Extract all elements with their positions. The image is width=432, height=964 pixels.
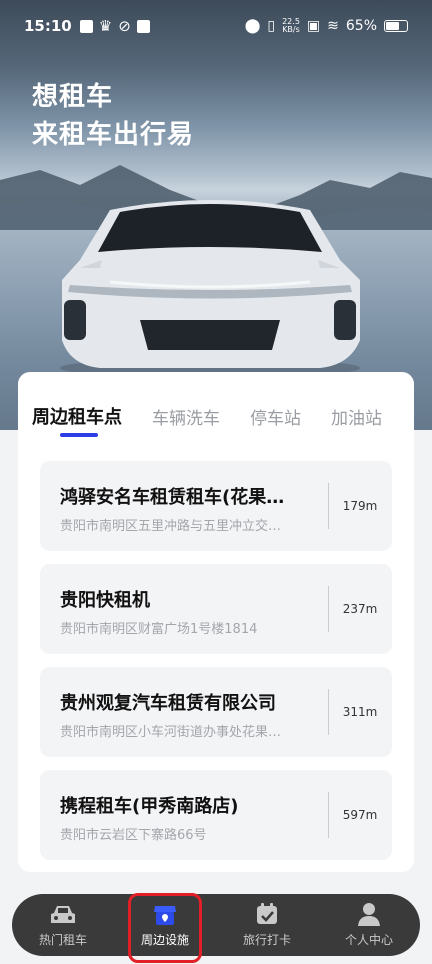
crown-icon: ♛: [98, 17, 113, 35]
divider: [328, 689, 329, 735]
place-name: 携程租车(甲秀南路店): [60, 796, 239, 817]
highlight-box: [128, 893, 202, 963]
message-icon: [136, 19, 150, 33]
place-address: 贵阳市南明区五里冲路与五里冲立交…: [60, 519, 282, 534]
network-speed: 22.5 KB/s: [282, 18, 300, 34]
hero-banner: 15:10 ♛ ⊘ ⬤ ▯ 22.5 KB/s ▣ ≋ 65% 想租车 来租车出…: [0, 0, 432, 430]
tab-label: 周边租车点: [32, 407, 122, 428]
vibrate-icon: ▯: [267, 18, 276, 34]
user-icon: [358, 903, 380, 926]
divider: [328, 586, 329, 632]
net-speed-unit: KB/s: [282, 25, 300, 34]
facilities-panel: 周边租车点 车辆洗车 停车站 加油站 鸿驿安名车租赁租车(花果… 贵阳市南明区五…: [18, 372, 414, 872]
place-name: 鸿驿安名车租赁租车(花果…: [60, 487, 285, 508]
nav-item-profile[interactable]: 个人中心: [318, 894, 420, 956]
divider: [328, 483, 329, 529]
place-distance: 237m: [342, 602, 378, 616]
nav-item-travel-checkin[interactable]: 旅行打卡: [216, 894, 318, 956]
car-icon: [51, 906, 75, 923]
nav-item-hot-rental[interactable]: 热门租车: [12, 894, 114, 956]
tab-label: 加油站: [331, 408, 382, 429]
hero-line-1: 想租车: [32, 82, 114, 112]
place-address: 贵阳市南明区财富广场1号楼1814: [60, 622, 258, 637]
location-status-icon: ⬤: [244, 18, 261, 34]
active-tab-indicator: [60, 433, 98, 437]
tab-label: 车辆洗车: [152, 408, 220, 429]
list-item[interactable]: 贵阳快租机 贵阳市南明区财富广场1号楼1814 237m: [40, 564, 392, 654]
car-image: [60, 200, 360, 378]
divider: [328, 792, 329, 838]
bottom-nav: 热门租车 周边设施 旅行打卡 个人中心: [12, 894, 420, 956]
list-item[interactable]: 鸿驿安名车租赁租车(花果… 贵阳市南明区五里冲路与五里冲立交… 179m: [40, 461, 392, 551]
link-icon: ⊘: [118, 17, 131, 35]
battery-percent: 65%: [345, 18, 377, 34]
place-name: 贵阳快租机: [60, 590, 150, 611]
nav-label: 热门租车: [38, 933, 87, 947]
hero-line-2: 来租车出行易: [32, 120, 195, 150]
place-address: 贵阳市南明区小车河街道办事处花果…: [60, 725, 282, 740]
nav-label: 个人中心: [344, 933, 393, 947]
wifi-icon: ≋: [327, 18, 339, 34]
place-distance: 311m: [342, 705, 378, 719]
tab-label: 停车站: [250, 408, 301, 429]
app-notification-icon: [79, 19, 93, 33]
status-time: 15:10: [24, 17, 72, 35]
battery-icon: [384, 20, 408, 32]
category-tabs: 周边租车点 车辆洗车 停车站 加油站: [32, 400, 402, 437]
place-distance: 179m: [342, 499, 378, 513]
place-distance: 597m: [342, 808, 378, 822]
place-address: 贵阳市云岩区下寨路66号: [60, 828, 207, 843]
hero-headline: 想租车 来租车出行易: [32, 78, 194, 154]
list-item[interactable]: 贵州观复汽车租赁有限公司 贵阳市南明区小车河街道办事处花果… 311m: [40, 667, 392, 757]
tab-car-wash[interactable]: 车辆洗车: [152, 404, 220, 429]
nav-label: 旅行打卡: [242, 933, 291, 947]
status-bar: 15:10 ♛ ⊘ ⬤ ▯ 22.5 KB/s ▣ ≋ 65%: [0, 0, 432, 52]
place-name: 贵州观复汽车租赁有限公司: [60, 693, 276, 714]
tab-parking[interactable]: 停车站: [250, 404, 301, 429]
list-item[interactable]: 携程租车(甲秀南路店) 贵阳市云岩区下寨路66号 597m: [40, 770, 392, 860]
sim-icon: ▣: [306, 18, 321, 34]
tab-gas-station[interactable]: 加油站: [331, 404, 382, 429]
calendar-check-icon: [257, 903, 277, 924]
tab-nearby-rental[interactable]: 周边租车点: [32, 403, 122, 437]
